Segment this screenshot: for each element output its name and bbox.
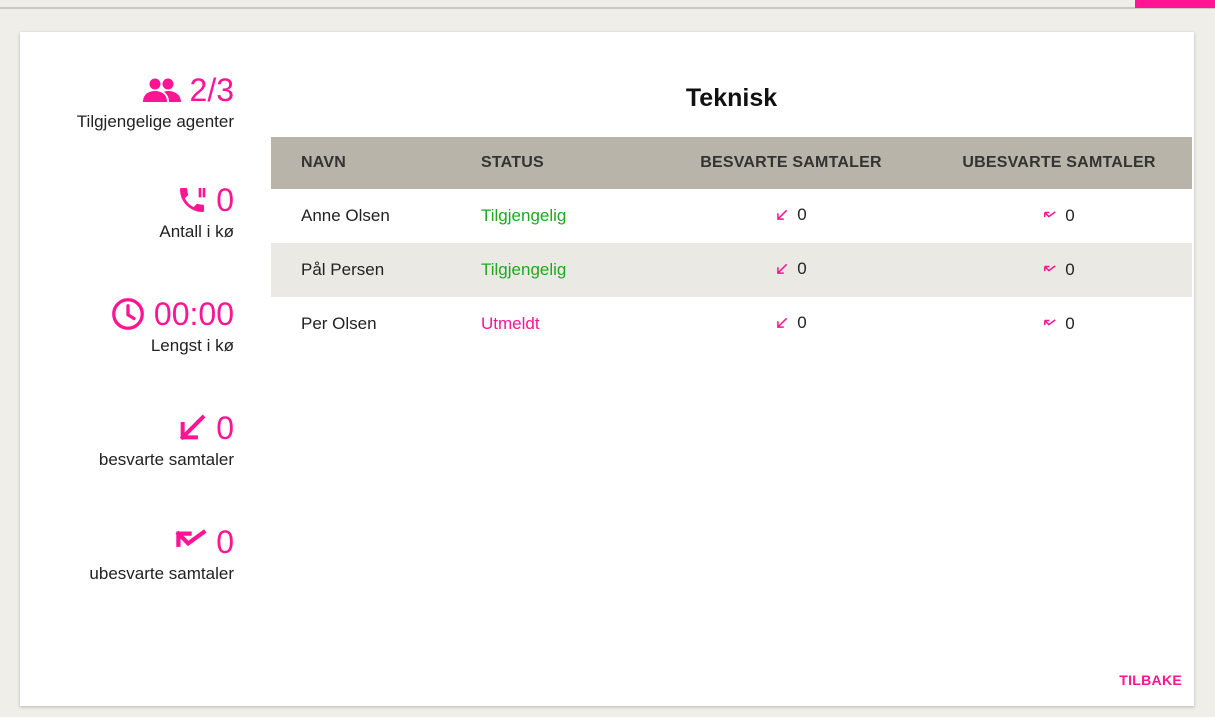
available-agents-value: 2/3 (189, 72, 234, 108)
people-icon (142, 77, 182, 103)
longest-wait-label: Lengst i kø (150, 336, 234, 355)
missed-count: 0 (1065, 259, 1075, 279)
top-accent-bar (1135, 0, 1215, 8)
header-missed[interactable]: UBESVARTE SAMTALER (926, 137, 1192, 189)
clock-icon (110, 296, 146, 332)
table-row[interactable]: Anne Olsen Tilgjengelig 0 0 (271, 189, 1192, 243)
answered-count: 0 (797, 205, 807, 224)
table-header-row: NAVN STATUS BESVARTE SAMTALER UBESVARTE … (271, 137, 1192, 189)
phone-paused-icon (176, 184, 208, 216)
queue-card: 2/3 Tilgjengelige agenter 0 Antall i kø (20, 32, 1194, 706)
stat-available-agents: 2/3 Tilgjengelige agenter (20, 70, 234, 132)
agent-status: Tilgjengelig (481, 206, 567, 225)
stat-answered-calls: 0 besvarte samtaler (20, 408, 234, 470)
header-status[interactable]: STATUS (481, 137, 656, 189)
call-received-icon (777, 263, 788, 274)
call-missed-icon (1044, 318, 1056, 326)
answered-calls-value: 0 (216, 410, 234, 446)
queue-title: Teknisk (685, 84, 778, 112)
agent-name: Pål Persen (271, 243, 481, 297)
call-missed-icon (1044, 210, 1056, 218)
agent-name: Per Olsen (301, 314, 377, 333)
stat-missed-calls: 0 ubesvarte samtaler (20, 522, 234, 584)
stat-queue-count: 0 Antall i kø (20, 180, 234, 242)
agent-status: Utmeldt (481, 314, 540, 333)
longest-wait-value: 00:00 (153, 296, 234, 332)
stat-longest-wait: 00:00 Lengst i kø (20, 294, 234, 356)
table-row[interactable]: Per Olsen Utmeldt 0 0 (271, 297, 1192, 351)
queue-count-value: 0 (216, 182, 234, 218)
agent-status: Tilgjengelig (481, 243, 656, 297)
missed-count: 0 (1065, 313, 1075, 333)
call-received-icon (777, 317, 788, 328)
available-agents-label: Tilgjengelige agenter (76, 112, 234, 131)
header-name[interactable]: NAVN (271, 137, 481, 189)
table-row[interactable]: Pål Persen Tilgjengelig 0 0 (271, 243, 1192, 297)
missed-calls-label: ubesvarte samtaler (89, 564, 234, 583)
top-bar (0, 0, 1215, 9)
call-received-icon (176, 412, 208, 444)
header-answered[interactable]: BESVARTE SAMTALER (656, 137, 926, 189)
call-missed-icon (174, 528, 208, 556)
call-received-icon (777, 209, 788, 220)
answered-count: 0 (797, 313, 807, 332)
missed-count: 0 (1065, 205, 1075, 225)
queue-count-label: Antall i kø (159, 222, 234, 241)
back-button[interactable]: TILBAKE (1119, 672, 1182, 688)
answered-count: 0 (797, 259, 807, 278)
call-missed-icon (1044, 264, 1056, 272)
agent-table: NAVN STATUS BESVARTE SAMTALER UBESVARTE … (271, 137, 1192, 351)
agent-name: Anne Olsen (301, 206, 390, 225)
answered-calls-label: besvarte samtaler (98, 450, 234, 469)
missed-calls-value: 0 (216, 524, 234, 560)
